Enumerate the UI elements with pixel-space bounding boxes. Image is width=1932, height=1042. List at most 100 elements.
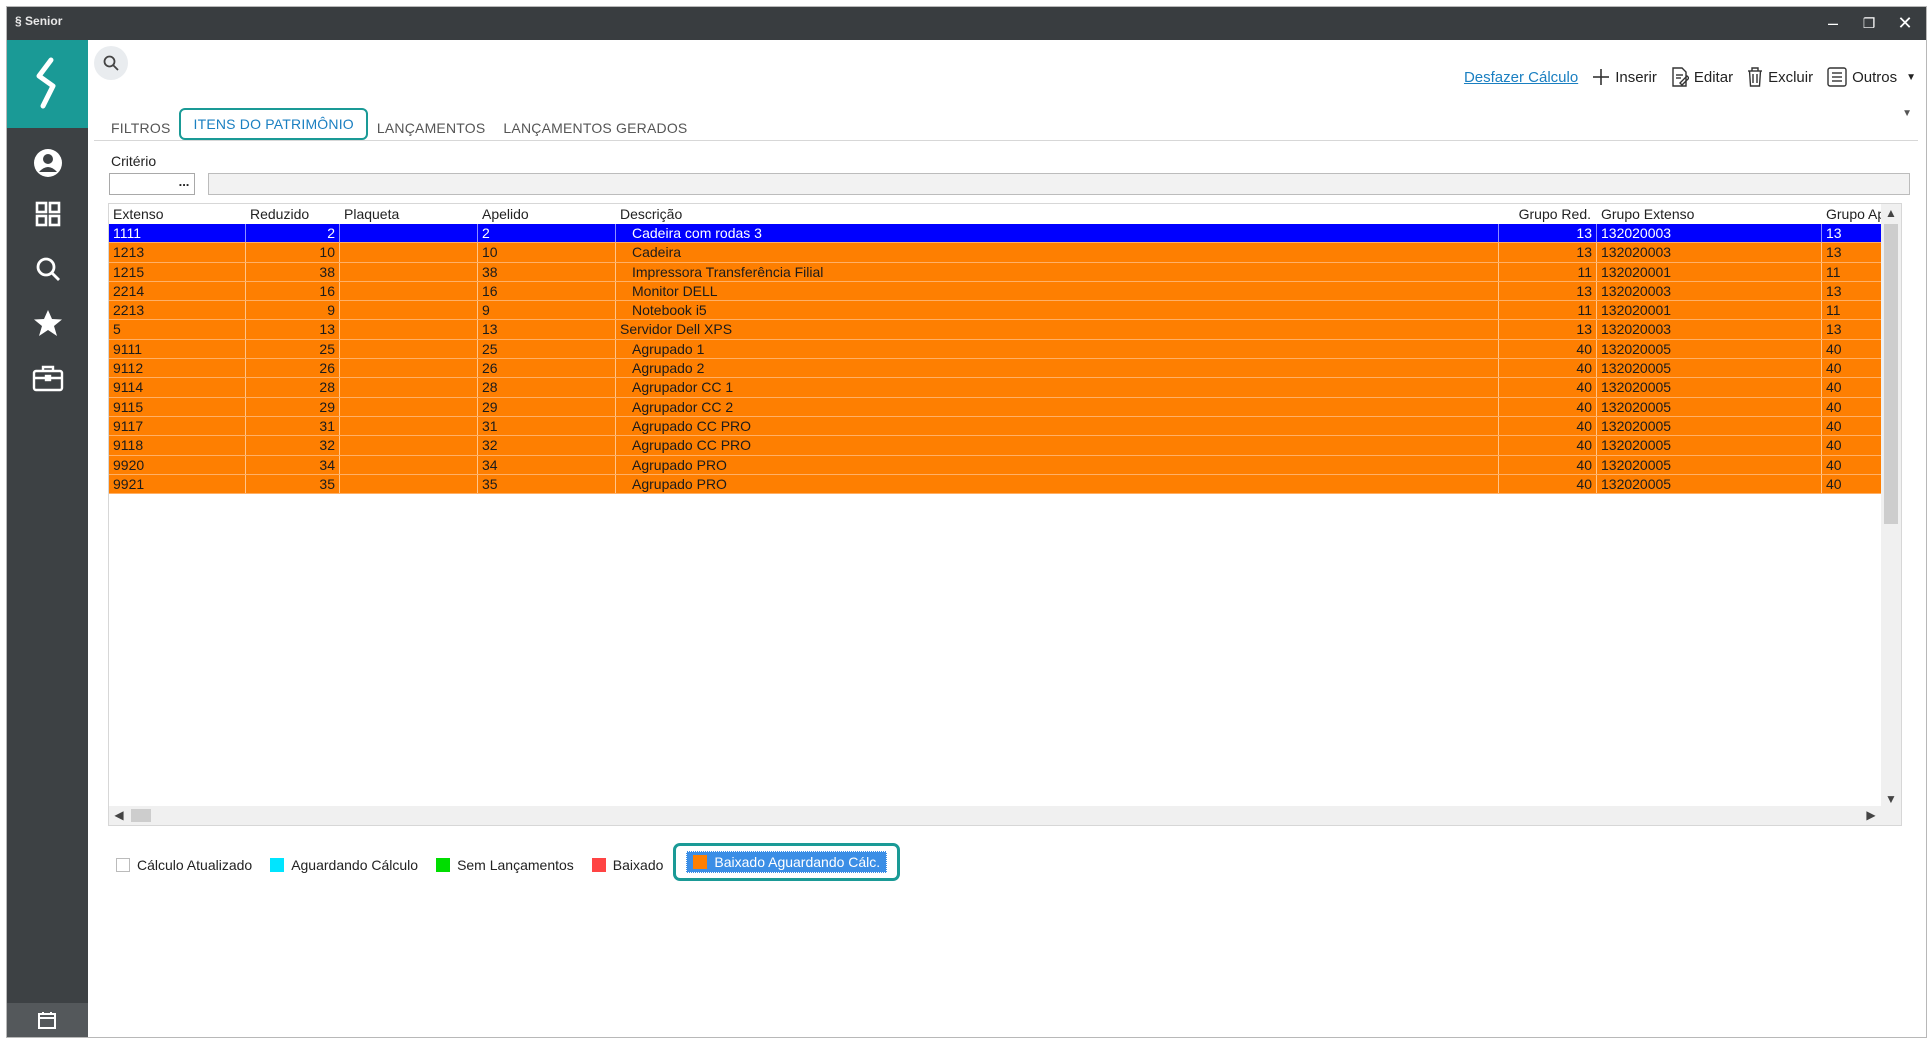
legend-item[interactable]: Baixado Aguardando Cálc. [673,843,901,881]
scroll-thumb-horizontal[interactable] [131,809,151,822]
column-header-descricao[interactable]: Descrição [616,204,1499,224]
column-header-extenso[interactable]: Extenso [109,204,246,224]
tab-itens-do-patrimonio[interactable]: ITENS DO PATRIMÔNIO [179,108,368,140]
cell-descricao: Servidor Dell XPS [616,320,1499,339]
horizontal-scrollbar[interactable]: ◀ ▶ [109,806,1901,825]
user-icon[interactable] [31,146,65,180]
others-menu-button[interactable]: Outros ▼ [1827,67,1916,87]
briefcase-icon[interactable] [31,361,65,395]
tab-filtros[interactable]: FILTROS [102,120,179,140]
plus-icon [1593,69,1610,85]
calendar-icon[interactable] [37,1010,57,1030]
legend-label: Baixado [612,857,664,873]
brand-logo[interactable] [7,40,88,128]
legend-item[interactable]: Baixado [591,857,664,873]
edit-button[interactable]: Editar [1671,67,1733,87]
tabs-divider [94,140,1918,141]
cell-plaqueta [340,474,478,494]
table-row[interactable]: 1215 38 38 Impressora Transferência Filial 1… [109,262,1881,282]
cell-descricao: Impressora Transferência Filial [616,262,1499,281]
table-row[interactable]: 9920 34 34 Agrupado PRO 40 132020005 40 [109,455,1881,475]
status-legend: Cálculo Atualizado Aguardando Cálculo Sem … [116,843,918,881]
scroll-left-icon[interactable]: ◀ [109,806,129,825]
cell-apelido: 10 [478,243,616,262]
table-row[interactable]: 9114 28 28 Agrupador CC 1 40 132020005 40 [109,378,1881,398]
table-row[interactable]: 9118 32 32 Agrupado CC PRO 40 132020005 40 [109,436,1881,456]
delete-label: Excluir [1768,68,1814,86]
criteria-input[interactable]: ... [109,173,195,195]
cell-grupo-extenso: 132020003 [1597,243,1822,262]
cell-grupo-red: 13 [1499,281,1597,301]
cell-descricao: Notebook i5 [616,301,1499,320]
delete-button[interactable]: Excluir [1747,67,1813,87]
table-row[interactable]: 9115 29 29 Agrupador CC 2 40 132020005 40 [109,397,1881,417]
cell-grupo-red: 13 [1499,320,1597,339]
legend-label: Sem Lançamentos [457,857,574,873]
cell-extenso: 9117 [109,416,246,436]
close-button[interactable]: ✕ [1890,9,1920,37]
column-header-plaqueta[interactable]: Plaqueta [340,204,478,224]
cell-apelido: 35 [478,474,616,494]
cell-reduzido: 29 [246,397,340,416]
column-header-grupo-red[interactable]: Grupo Red. [1499,204,1597,224]
cell-plaqueta [340,416,478,436]
column-header-grupo-extenso[interactable]: Grupo Extenso [1597,204,1822,224]
column-header-apelido[interactable]: Apelido [478,204,616,224]
legend-swatch [693,855,708,869]
search-icon[interactable] [31,252,65,286]
restore-button[interactable]: ❐ [1854,9,1884,37]
cell-reduzido: 13 [246,320,340,339]
cell-apelido: 25 [478,339,616,359]
table-row[interactable]: 9112 26 26 Agrupado 2 40 132020005 40 [109,359,1881,379]
minimize-button[interactable]: – [1818,9,1848,37]
vertical-scrollbar[interactable]: ▲ ▼ [1881,204,1901,808]
cell-grupo-extenso: 132020001 [1597,301,1822,320]
table-row[interactable]: 1213 10 10 Cadeira 13 132020003 13 [109,243,1881,263]
apps-grid-icon[interactable] [31,197,65,231]
table-row[interactable]: 2214 16 16 Monitor DELL 13 132020003 13 [109,281,1881,302]
cell-grupo-red: 40 [1499,397,1597,416]
cell-grupo-extenso: 132020001 [1597,262,1822,281]
chevron-down-icon[interactable]: ▼ [1902,108,1912,119]
tab-lancamentos-gerados[interactable]: LANÇAMENTOS GERADOS [494,120,696,140]
legend-item[interactable]: Cálculo Atualizado [116,857,252,873]
criteria-lookup-button[interactable]: ... [174,174,194,194]
cell-reduzido: 25 [246,339,340,359]
scroll-up-icon[interactable]: ▲ [1881,204,1901,222]
table-row[interactable]: 1111 2 2 Cadeira com rodas 3 13 132020003 13 [109,224,1881,244]
cell-grupo-extenso: 132020005 [1597,455,1822,474]
table-row[interactable]: 5 13 13 Servidor Dell XPS 13 132020003 13 [109,320,1881,340]
cell-grupo-extenso: 132020005 [1597,339,1822,359]
cell-grupo-red: 13 [1499,243,1597,262]
cell-grupo-extenso: 132020005 [1597,397,1822,416]
toolbar: Desfazer Cálculo Inserir Editar Excluir … [1464,64,1916,90]
table-row[interactable]: 9921 35 35 Agrupado PRO 40 132020005 40 [109,474,1881,495]
scroll-thumb[interactable] [1884,224,1898,524]
legend-item[interactable]: Aguardando Cálculo [270,857,418,873]
insert-button[interactable]: Inserir [1592,68,1657,86]
legend-label: Aguardando Cálculo [291,857,419,873]
scroll-right-icon[interactable]: ▶ [1861,806,1881,825]
cell-grupo-red: 13 [1499,224,1597,243]
table-row[interactable]: 9117 31 31 Agrupado CC PRO 40 132020005 40 [109,416,1881,437]
sidebar-footer [7,1003,88,1037]
column-header-reduzido[interactable]: Reduzido [246,204,340,224]
search-button[interactable] [94,46,128,80]
table-row[interactable]: 9111 25 25 Agrupado 1 40 132020005 40 [109,339,1881,360]
table-row[interactable]: 2213 9 9 Notebook i5 11 132020001 11 [109,301,1881,321]
title-bar: § Senior – ❐ ✕ [7,7,1926,40]
cell-grupo-red: 11 [1499,262,1597,281]
tab-lancamentos[interactable]: LANÇAMENTOS [368,120,495,140]
chevron-down-icon: ▼ [1906,71,1916,83]
undo-calculation-link[interactable]: Desfazer Cálculo [1464,69,1578,86]
cell-plaqueta [340,339,478,359]
cell-descricao: Agrupador CC 1 [616,378,1499,397]
cell-apelido: 38 [478,262,616,281]
cell-reduzido: 35 [246,474,340,494]
star-icon[interactable] [31,306,65,340]
app-window: § Senior – ❐ ✕ Desfazer Cálculo Inserir … [6,6,1927,1038]
legend-item[interactable]: Sem Lançamentos [436,857,574,873]
cell-plaqueta [340,378,478,397]
table-header: Extenso Reduzido Plaqueta Apelido Descrição G… [109,204,1896,224]
criteria-description-field [208,173,1910,195]
